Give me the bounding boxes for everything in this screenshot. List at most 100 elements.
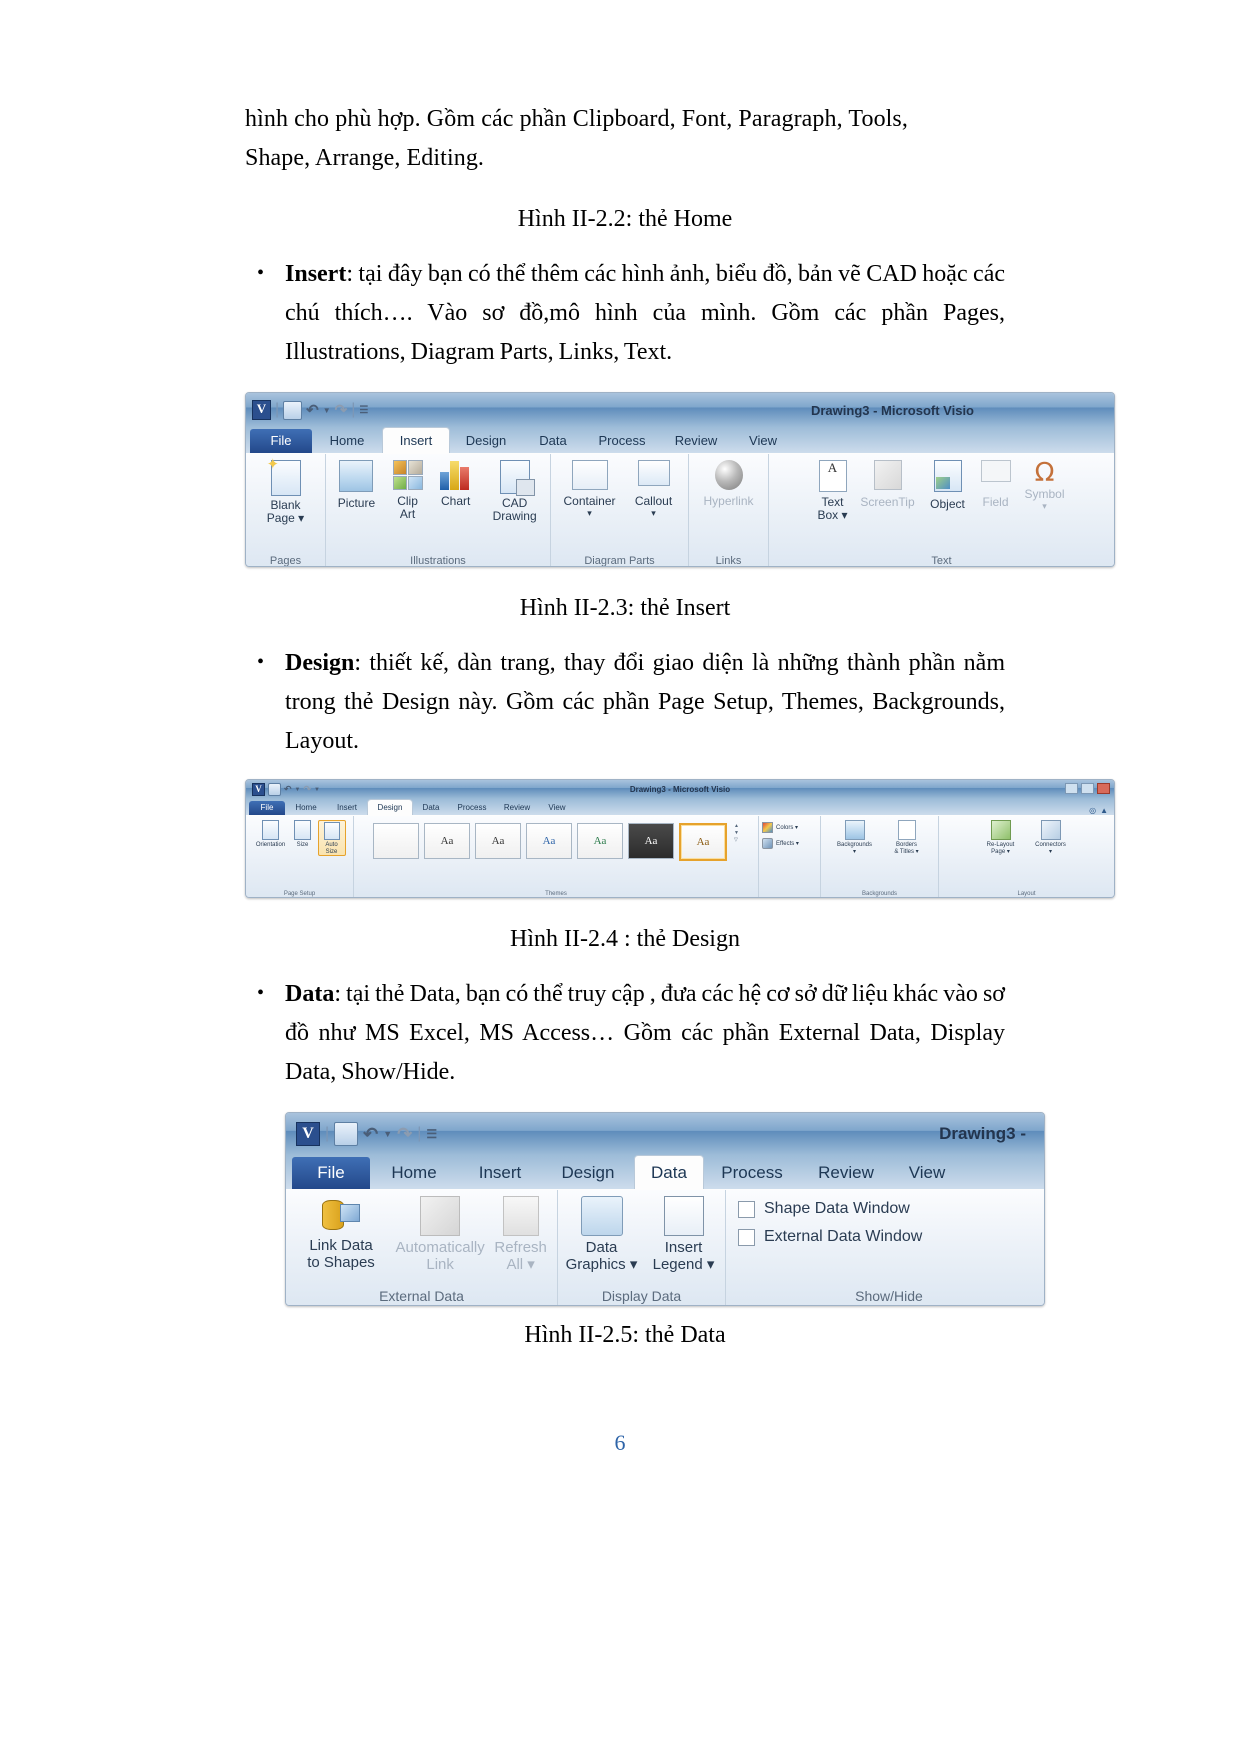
tab-process[interactable]: Process	[584, 429, 660, 453]
design-tab-file[interactable]: File	[249, 801, 285, 815]
design-undo-icon[interactable]: ↶	[284, 784, 292, 795]
backgrounds-button[interactable]: Backgrounds ▾	[831, 820, 879, 855]
link-data-to-shapes-button[interactable]: Link Data to Shapes	[290, 1196, 392, 1272]
design-quick-access-toolbar[interactable]: V ↶ ▼ ↷ ▼	[246, 783, 320, 796]
tab-view[interactable]: View	[732, 429, 794, 453]
design-redo-icon[interactable]: ↷	[304, 784, 312, 795]
minimize-button[interactable]	[1065, 783, 1078, 794]
colors-icon	[762, 822, 773, 833]
undo-dropdown-icon[interactable]: ▼	[323, 406, 331, 415]
tab-file[interactable]: File	[250, 429, 312, 453]
hyperlink-button[interactable]: Hyperlink	[693, 460, 764, 508]
object-button[interactable]: Object	[923, 460, 973, 511]
data-tab-file[interactable]: File	[292, 1157, 370, 1189]
design-tabstrip[interactable]: File Home Insert Design Data Process Rev…	[246, 799, 1114, 815]
data-tab-view[interactable]: View	[892, 1157, 962, 1189]
effects-button[interactable]: Effects ▾	[762, 838, 817, 849]
theme-thumb-3[interactable]: Aa	[526, 823, 573, 859]
design-tab-process[interactable]: Process	[449, 801, 495, 815]
data-tabstrip[interactable]: File Home Insert Design Data Process Rev…	[286, 1155, 1044, 1189]
design-tab-home[interactable]: Home	[285, 801, 327, 815]
external-data-window-checkbox[interactable]	[738, 1228, 755, 1246]
shape-data-window-checkbox-row[interactable]: Shape Data Window	[738, 1200, 1040, 1218]
theme-thumb-4[interactable]: Aa	[577, 823, 624, 859]
insert-quick-access-toolbar[interactable]: V | ↶ ▼ ↷ | ☰	[246, 400, 368, 420]
screentip-label-1: ScreenTip	[860, 495, 915, 509]
tab-insert[interactable]: Insert	[382, 427, 450, 453]
visio-data-ribbon-screenshot: V | ↶ ▼ ↷ | ☰ Drawing3 - File Home Inser…	[285, 1112, 1045, 1306]
maximize-button[interactable]	[1081, 783, 1094, 794]
text-box-button[interactable]: A Text Box ▾	[813, 460, 853, 523]
tab-review[interactable]: Review	[660, 429, 732, 453]
borders-titles-button[interactable]: Borders & Titles ▾	[885, 820, 929, 855]
symbol-button[interactable]: Ω Symbol ▾	[1019, 460, 1071, 512]
theme-thumb-5-label: Aa	[644, 835, 658, 847]
shape-data-window-checkbox[interactable]	[738, 1200, 755, 1218]
tab-home[interactable]: Home	[312, 429, 382, 453]
insert-tabstrip[interactable]: File Home Insert Design Data Process Rev…	[246, 427, 1114, 453]
tab-design[interactable]: Design	[450, 429, 522, 453]
automatically-link-button[interactable]: Automatically Link	[394, 1196, 486, 1274]
design-window-controls[interactable]	[1065, 783, 1110, 794]
themes-gallery-scroll[interactable]: ▲ ▼ ▽	[734, 823, 739, 843]
design-tab-insert[interactable]: Insert	[327, 801, 367, 815]
design-themes-gallery[interactable]: Aa Aa Aa Aa Aa Aa ▲ ▼ ▽	[357, 820, 755, 861]
page-size-button[interactable]: Size	[291, 820, 315, 849]
external-data-window-checkbox-row[interactable]: External Data Window	[738, 1228, 1040, 1246]
orientation-button[interactable]: Orientation	[254, 820, 288, 849]
auto-size-button[interactable]: Auto Size	[317, 820, 346, 857]
undo-icon[interactable]: ↶	[306, 401, 319, 419]
data-tab-home[interactable]: Home	[370, 1157, 458, 1189]
theme-thumb-0[interactable]	[373, 823, 420, 859]
re-layout-page-button[interactable]: Re-Layout Page ▾	[980, 820, 1022, 855]
theme-thumb-6-selected[interactable]: Aa	[679, 823, 728, 861]
container-button[interactable]: Container ▾	[558, 460, 622, 519]
colors-button[interactable]: Colors ▾	[762, 822, 817, 833]
theme-thumb-5[interactable]: Aa	[628, 823, 675, 859]
clip-art-button[interactable]: Clip Art	[387, 460, 428, 522]
design-tab-view[interactable]: View	[539, 801, 575, 815]
callout-button[interactable]: Callout ▾	[626, 460, 682, 519]
design-save-icon[interactable]	[268, 783, 281, 796]
redo-icon[interactable]: ↷	[335, 401, 348, 419]
visio-logo-icon[interactable]: V	[252, 400, 271, 420]
design-help-controls[interactable]: ◎ ▲	[1089, 806, 1114, 815]
connectors-button[interactable]: Connectors ▾	[1028, 820, 1074, 855]
data-tab-process[interactable]: Process	[704, 1157, 800, 1189]
field-button[interactable]: Field	[975, 460, 1017, 509]
data-save-icon[interactable]	[334, 1122, 359, 1146]
data-tab-design[interactable]: Design	[542, 1157, 634, 1189]
picture-button[interactable]: Picture	[330, 460, 383, 510]
data-undo-dropdown-icon[interactable]: ▼	[383, 1129, 392, 1139]
tab-data[interactable]: Data	[522, 429, 584, 453]
design-tab-data[interactable]: Data	[413, 801, 449, 815]
help-icon[interactable]: ◎	[1089, 806, 1096, 815]
data-graphics-button[interactable]: Data Graphics ▾	[563, 1196, 641, 1274]
screentip-button[interactable]: ScreenTip	[855, 460, 921, 509]
design-tab-design[interactable]: Design	[367, 799, 413, 815]
data-customize-qat-icon[interactable]: ☰	[426, 1127, 437, 1141]
data-tab-insert[interactable]: Insert	[458, 1157, 542, 1189]
design-undo-dropdown-icon[interactable]: ▼	[295, 787, 301, 793]
refresh-all-button[interactable]: Refresh All ▾	[488, 1196, 553, 1274]
design-customize-qat-icon[interactable]: ▼	[314, 787, 320, 793]
theme-thumb-1[interactable]: Aa	[424, 823, 471, 859]
theme-thumb-2[interactable]: Aa	[475, 823, 522, 859]
ribbon-collapse-icon[interactable]: ▲	[1100, 806, 1108, 815]
blank-page-button[interactable]: ✦ Blank Page ▾	[250, 457, 321, 526]
data-tab-data[interactable]: Data	[634, 1155, 704, 1189]
data-quick-access-toolbar[interactable]: V | ↶ ▼ ↷ | ☰	[286, 1122, 437, 1146]
insert-legend-button[interactable]: Insert Legend ▾	[647, 1196, 721, 1274]
close-button[interactable]	[1097, 783, 1110, 794]
cad-drawing-button[interactable]: CAD Drawing	[483, 460, 546, 524]
customize-qat-icon[interactable]: ☰	[359, 405, 368, 416]
data-redo-icon[interactable]: ↷	[397, 1124, 412, 1145]
data-tab-review[interactable]: Review	[800, 1157, 892, 1189]
data-undo-icon[interactable]: ↶	[363, 1124, 378, 1145]
design-visio-logo-icon[interactable]: V	[252, 783, 265, 796]
data-group-display-data: Data Graphics ▾ Insert Legend ▾ Display …	[558, 1190, 726, 1305]
data-visio-logo-icon[interactable]: V	[296, 1122, 320, 1146]
design-tab-review[interactable]: Review	[495, 801, 539, 815]
chart-button[interactable]: Chart	[432, 460, 479, 508]
save-icon[interactable]	[283, 400, 303, 420]
